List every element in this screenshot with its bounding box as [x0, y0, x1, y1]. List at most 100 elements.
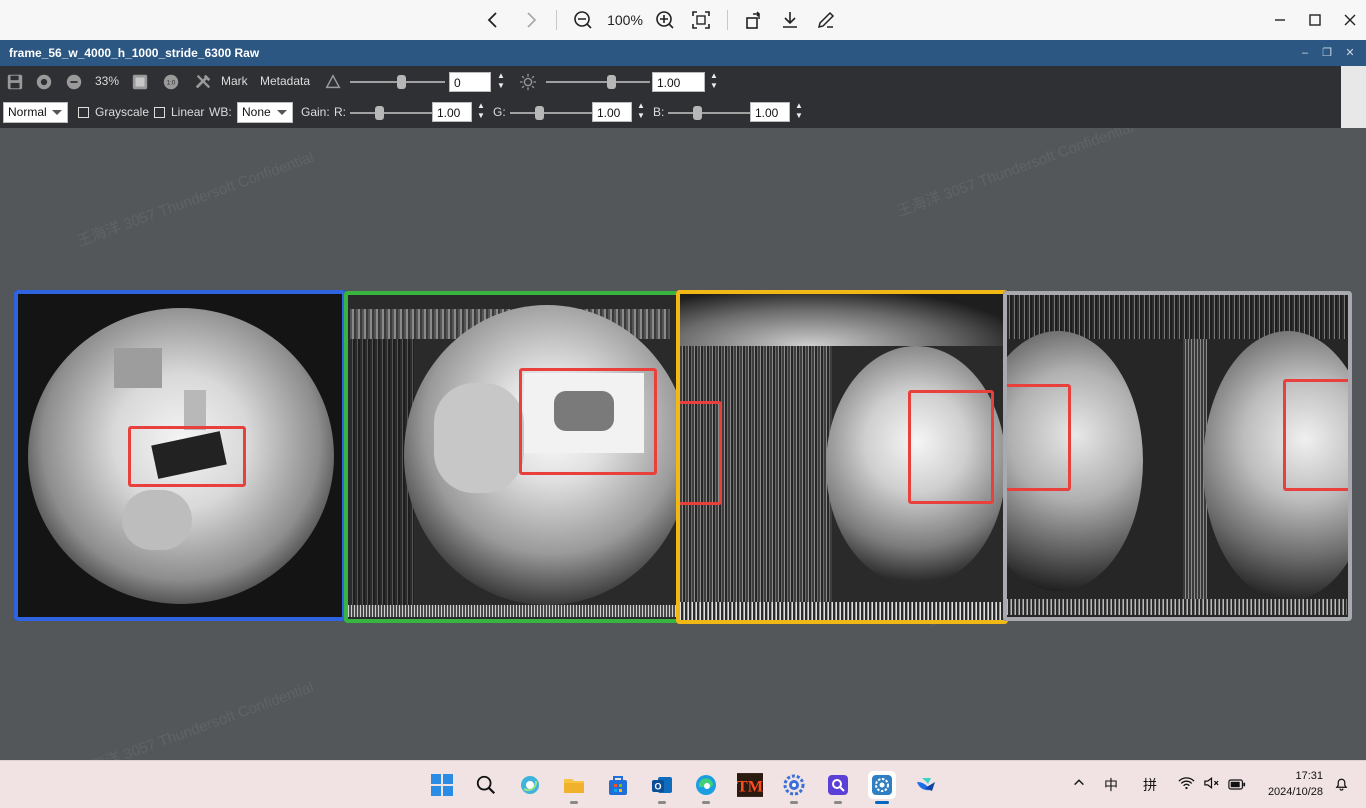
active-indicator: [875, 801, 889, 804]
gain-g-slider[interactable]: [510, 112, 592, 114]
inner-minimize-icon[interactable]: –: [1298, 46, 1312, 60]
frame-border: [344, 291, 680, 623]
metadata-button[interactable]: Metadata: [260, 74, 310, 88]
clock-date[interactable]: 2024/10/28: [1250, 786, 1323, 798]
gain-g-spinner[interactable]: ▲ ▼: [636, 101, 646, 123]
gain-g-input[interactable]: 1.00: [592, 102, 632, 122]
mark-button[interactable]: Mark: [221, 74, 248, 88]
file-explorer-icon[interactable]: [560, 771, 588, 804]
settings-app-icon[interactable]: [780, 771, 808, 804]
edge-icon[interactable]: [692, 771, 720, 804]
close-icon[interactable]: [1340, 10, 1360, 30]
copilot-icon[interactable]: [516, 771, 544, 799]
gain-label: Gain:: [301, 105, 330, 119]
rotate-icon[interactable]: [743, 8, 765, 32]
gain-b-slider-thumb[interactable]: [693, 106, 702, 120]
frame-view-icon[interactable]: [130, 72, 150, 92]
chevron-down-icon: [277, 110, 287, 115]
gain-r-slider[interactable]: [350, 112, 432, 114]
frame-border: [14, 290, 346, 621]
forward-icon[interactable]: [521, 8, 541, 32]
brightness-slider-thumb[interactable]: [607, 75, 616, 89]
gain-g-slider-thumb[interactable]: [535, 106, 544, 120]
brightness-slider[interactable]: [546, 81, 650, 83]
zoom-percent: 33%: [95, 74, 120, 88]
image-canvas[interactable]: 王海洋 3057 Thundersoft Confidential 王海洋 30…: [0, 128, 1366, 760]
wb-dropdown[interactable]: None: [237, 102, 293, 123]
contrast-input[interactable]: 0: [449, 72, 491, 92]
tools-icon[interactable]: [193, 72, 213, 92]
svg-text:O: O: [654, 782, 661, 792]
zoom-fit-icon[interactable]: [34, 72, 54, 92]
battery-icon[interactable]: [1228, 777, 1246, 793]
gain-b-label: B:: [653, 105, 665, 119]
volume-muted-icon[interactable]: [1203, 776, 1220, 793]
download-icon[interactable]: [779, 8, 801, 32]
tm-app-icon[interactable]: TM: [736, 771, 764, 799]
watermark: 王海洋 3057 Thundersoft Confidential: [894, 128, 1136, 221]
start-icon[interactable]: [428, 771, 456, 799]
zoom-level: 100%: [607, 12, 643, 28]
zoom-out-small-icon[interactable]: [64, 72, 84, 92]
actual-size-icon[interactable]: 1:0: [161, 72, 181, 92]
edit-icon[interactable]: [815, 8, 837, 32]
camera-frame-1[interactable]: [14, 290, 346, 621]
back-icon[interactable]: [483, 8, 503, 32]
wifi-icon[interactable]: [1178, 776, 1195, 793]
linear-checkbox[interactable]: [154, 107, 165, 118]
wb-value: None: [242, 105, 271, 119]
toolbar-row-2: Normal Grayscale Linear WB: None Gain: R…: [0, 97, 1366, 128]
gain-r-spinner[interactable]: ▲ ▼: [476, 101, 486, 123]
inner-close-icon[interactable]: ✕: [1343, 46, 1357, 60]
frame-border: [1003, 291, 1352, 621]
zoom-out-icon[interactable]: [572, 8, 594, 32]
zoom-in-icon[interactable]: [654, 8, 676, 32]
brightness-input[interactable]: 1.00: [652, 72, 705, 92]
tray-overflow-icon[interactable]: [1072, 775, 1086, 792]
feishu-icon[interactable]: [912, 771, 940, 799]
wb-label: WB:: [209, 105, 232, 119]
running-indicator: [570, 801, 578, 804]
save-icon[interactable]: [5, 72, 25, 92]
running-indicator: [658, 801, 666, 804]
gain-r-input[interactable]: 1.00: [432, 102, 472, 122]
mode-dropdown[interactable]: Normal: [3, 102, 68, 123]
running-indicator: [702, 801, 710, 804]
divider: [727, 10, 728, 30]
minimize-icon[interactable]: [1270, 10, 1290, 30]
store-icon[interactable]: [604, 771, 632, 799]
search-icon[interactable]: [472, 771, 500, 799]
contrast-slider-thumb[interactable]: [397, 75, 406, 89]
toolbar-edge: [1341, 97, 1366, 128]
watermark: 王海洋 3057 Thundersoft Confidential: [74, 148, 316, 251]
fit-screen-icon[interactable]: [690, 8, 712, 32]
gain-b-spinner[interactable]: ▲ ▼: [794, 101, 804, 123]
gain-b-input[interactable]: 1.00: [750, 102, 790, 122]
clock-time[interactable]: 17:31: [1250, 770, 1323, 782]
chevron-down-icon: [52, 110, 62, 115]
viewer-toolbar: 100%: [0, 0, 1366, 40]
outlook-icon[interactable]: O: [648, 771, 676, 804]
grayscale-checkbox[interactable]: [78, 107, 89, 118]
linear-label: Linear: [171, 105, 205, 119]
ime-name[interactable]: 拼: [1143, 775, 1157, 795]
camera-frame-3[interactable]: [676, 290, 1008, 624]
frame-border: [676, 290, 1008, 624]
ime-mode[interactable]: 中: [1104, 775, 1118, 795]
camera-frame-2[interactable]: [344, 291, 680, 623]
watermark: 王海洋 3057 Thundersoft Confidential: [74, 678, 316, 760]
svg-text:TM: TM: [737, 778, 763, 796]
contrast-spinner[interactable]: ▲ ▼: [496, 71, 506, 93]
contrast-icon: [323, 72, 343, 92]
camera-frame-4[interactable]: [1003, 291, 1352, 621]
dev-tool-icon[interactable]: [824, 771, 852, 804]
inner-restore-icon[interactable]: ❐: [1320, 46, 1334, 60]
maximize-icon[interactable]: [1305, 10, 1325, 30]
gain-r-slider-thumb[interactable]: [375, 106, 384, 120]
notification-icon[interactable]: [1334, 776, 1349, 794]
running-indicator: [790, 801, 798, 804]
gain-b-slider[interactable]: [668, 112, 750, 114]
brightness-spinner[interactable]: ▲ ▼: [709, 71, 719, 93]
raw-viewer-app-icon[interactable]: [868, 771, 896, 804]
brightness-icon: [518, 72, 538, 92]
